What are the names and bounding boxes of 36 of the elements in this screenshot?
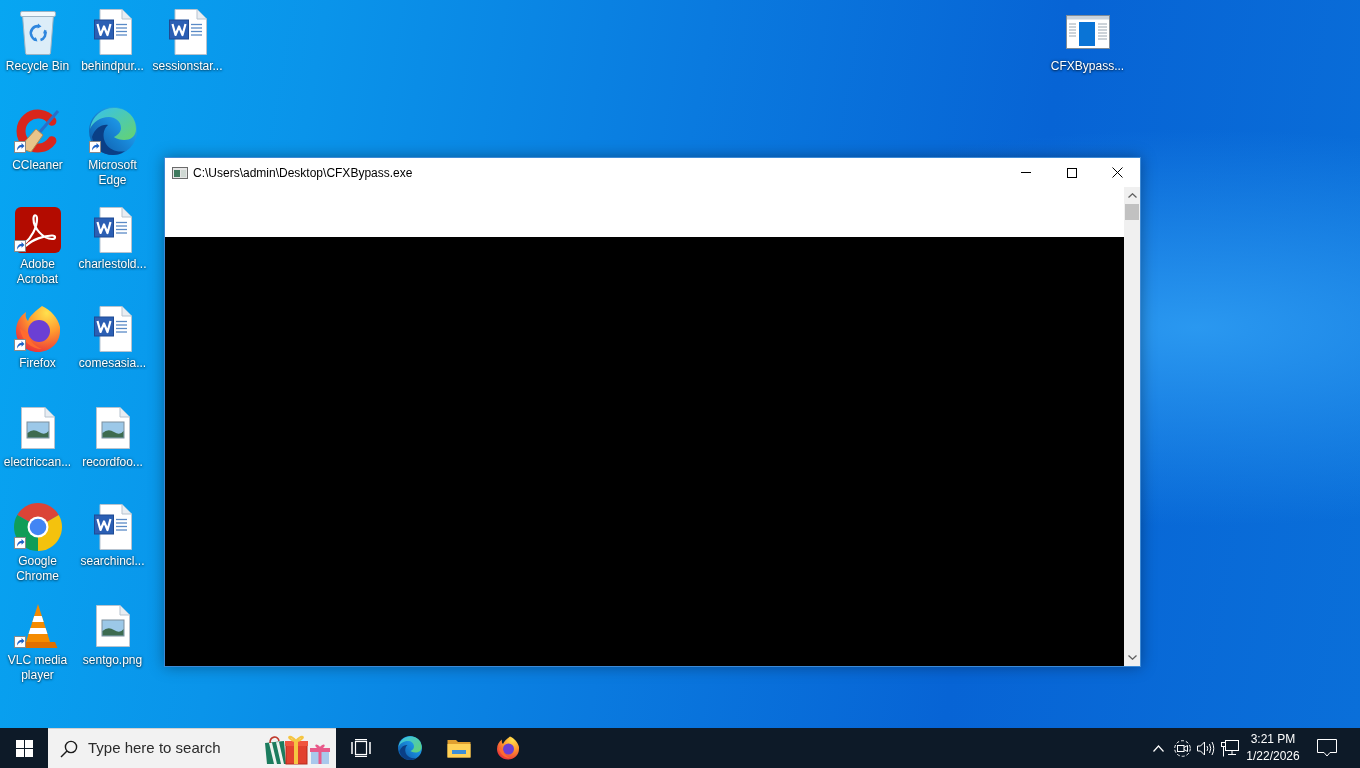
word-document-icon (168, 9, 207, 55)
search-icon (60, 739, 78, 758)
program-window-icon (1065, 15, 1110, 49)
edge-icon (397, 736, 422, 760)
image-file-icon (95, 605, 130, 647)
speaker-icon (1197, 740, 1215, 756)
search-box[interactable]: Type here to search (48, 728, 336, 768)
folder-icon (446, 738, 471, 758)
firefox-icon (495, 736, 520, 760)
clock-date: 1/22/2026 (1246, 748, 1300, 765)
firefox-icon (13, 305, 62, 353)
windows-logo-icon (15, 739, 33, 757)
search-input[interactable]: Type here to search (88, 737, 263, 760)
network-icon (1221, 739, 1239, 757)
speech-bubble-icon (1317, 739, 1337, 757)
word-document-icon (93, 504, 132, 550)
word-document-icon (93, 207, 132, 253)
close-icon (1112, 167, 1123, 178)
chrome-icon (13, 503, 62, 551)
word-document-icon (93, 9, 132, 55)
image-file-icon (20, 407, 55, 449)
word-document-icon (93, 306, 132, 352)
chevron-up-icon (1152, 744, 1164, 752)
minimize-icon (1021, 172, 1031, 173)
camera-icon (1173, 739, 1191, 757)
scroll-thumb[interactable] (1125, 204, 1139, 220)
window-title: C:\Users\admin\Desktop\CFXBypass.exe (193, 164, 414, 181)
clock-time: 3:21 PM (1250, 731, 1296, 748)
image-file-icon (95, 407, 130, 449)
task-view-icon (350, 739, 371, 757)
scrollbar[interactable] (1124, 187, 1140, 666)
recycle-bin-icon (19, 9, 56, 55)
console-icon (172, 166, 188, 179)
acrobat-icon (14, 207, 61, 253)
maximize-icon (1067, 167, 1077, 178)
edge-icon (88, 107, 137, 155)
